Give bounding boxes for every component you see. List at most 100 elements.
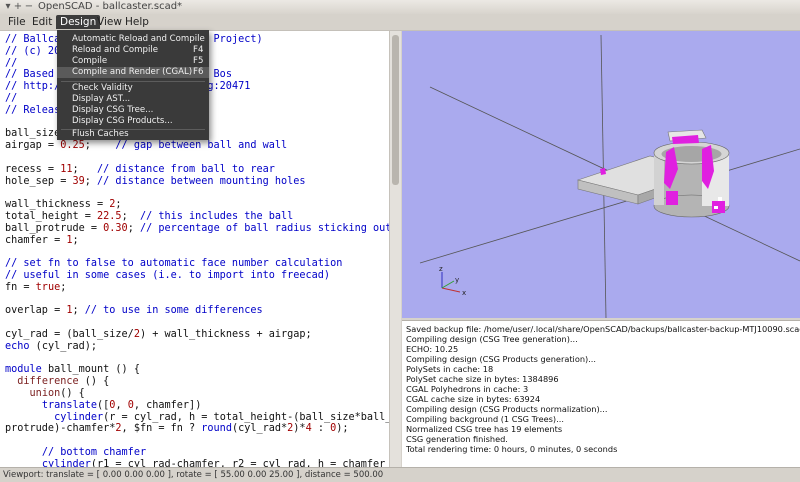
code-token: union	[29, 388, 61, 399]
code-line: //	[5, 58, 17, 70]
minimize-icon[interactable]: −	[23, 0, 35, 14]
menu-item-automatic-reload[interactable]: Automatic Reload and Compile	[57, 34, 209, 45]
code-line: echo (cyl_rad);	[5, 341, 97, 353]
code-line: recess = 11; // distance from ball to re…	[5, 164, 275, 176]
menu-item-compile-render[interactable]: Compile and Render (CGAL) F6	[57, 67, 209, 78]
3d-viewport[interactable]: z y x	[402, 31, 800, 319]
console-line: PolySets in cache: 18	[406, 364, 494, 374]
code-token: ;	[72, 234, 79, 246]
menu-item-flush-caches[interactable]: Flush Caches	[57, 129, 209, 140]
code-token: // (c) 20	[5, 45, 61, 57]
console-line: Normalized CSG tree has 19 elements	[406, 424, 563, 434]
code-token: airgap =	[5, 140, 61, 152]
code-line: ball_protrude = 0.30; // percentage of b…	[5, 222, 390, 235]
code-line: protrude)-chamfer*2, $fn = fn ? round(cy…	[5, 423, 349, 435]
console-line: PolySet cache size in bytes: 1384896	[406, 374, 559, 384]
menu-item-display-csg-tree[interactable]: Display CSG Tree...	[57, 105, 209, 116]
code-token: g:20471	[207, 81, 251, 93]
menu-item-display-csg-products[interactable]: Display CSG Products...	[57, 116, 209, 127]
code-token: );	[336, 423, 349, 435]
code-line: ball_size	[5, 128, 60, 140]
menu-item-compile[interactable]: Compile F5	[57, 56, 209, 67]
console-output[interactable]: Saved backup file: /home/user/.local/sha…	[402, 320, 800, 468]
code-token: // gap between ball and wall	[115, 140, 288, 152]
console-line: ECHO: 10.25	[406, 344, 459, 354]
code-token: // distance from ball to rear	[97, 163, 275, 175]
code-line: cylinder(r = cyl_rad, h = total_height-(…	[5, 412, 389, 424]
code-line: // useful in some cases (i.e. to import …	[5, 270, 330, 282]
code-line: union() {	[5, 388, 85, 400]
code-token: ball_mount () {	[41, 364, 140, 376]
code-token: ;	[121, 211, 140, 222]
menu-item-display-ast[interactable]: Display AST...	[57, 94, 209, 105]
code-token: ;	[84, 175, 98, 187]
code-line: wall_thickness = 2;	[5, 199, 122, 211]
code-line: fn = true;	[5, 282, 66, 294]
code-token: difference	[17, 376, 79, 388]
code-token: round	[201, 423, 232, 435]
menu-file[interactable]: File	[4, 15, 30, 29]
code-token: fn =	[5, 281, 36, 293]
code-token: ([	[97, 399, 110, 411]
code-token: translate	[41, 399, 98, 411]
editor-scrollbar-thumb[interactable]	[392, 35, 399, 185]
axis-label-x: x	[462, 289, 466, 297]
code-line: // Releas	[5, 105, 60, 117]
code-token: overlap =	[5, 305, 67, 317]
code-token: (cyl_rad*	[231, 423, 288, 435]
axes-indicator: z y x	[439, 265, 466, 297]
code-line: //	[5, 93, 17, 105]
code-line: airgap = 0.25; // gap between ball and w…	[5, 140, 287, 152]
axis-label-y: y	[455, 276, 459, 284]
console-line: Saved backup file: /home/user/.local/sha…	[406, 324, 800, 334]
code-token: :	[311, 423, 331, 435]
code-token: ,	[115, 399, 128, 411]
code-token: () {	[78, 376, 110, 388]
code-token: 0.30	[103, 222, 128, 234]
design-menu-dropdown: Automatic Reload and Compile Reload and …	[57, 30, 209, 140]
code-token: // Releas	[5, 104, 61, 116]
menu-help[interactable]: Help	[121, 15, 153, 29]
code-token: , chamfer])	[133, 399, 202, 411]
editor-scrollbar[interactable]	[389, 31, 401, 467]
code-token: // distance between mounting holes	[97, 175, 306, 187]
code-token: wall_thickness =	[5, 199, 110, 211]
console-line: Compiling background (1 CSG Trees)...	[406, 414, 564, 424]
menu-item-check-validity[interactable]: Check Validity	[57, 83, 209, 94]
title-bar: ▾ + − OpenSCAD - ballcaster.scad*	[0, 0, 800, 15]
code-token: ;	[127, 222, 140, 234]
console-line: CSG generation finished.	[406, 434, 508, 444]
code-token: // bottom chamfer	[41, 447, 147, 458]
console-line: Compiling design (CSG Products generatio…	[406, 354, 597, 364]
code-line: total_height = 22.5; // this includes th…	[5, 211, 293, 223]
code-token: ;	[115, 199, 122, 211]
code-token: echo	[5, 340, 30, 352]
menu-item-reload-compile[interactable]: Reload and Compile F4	[57, 45, 209, 56]
code-line: chamfer = 1;	[5, 235, 79, 247]
code-line: hole_sep = 39; // distance between mount…	[5, 176, 306, 188]
axis-label-z: z	[439, 265, 443, 273]
code-line: difference () {	[5, 376, 109, 388]
code-token: ;	[72, 163, 98, 175]
code-token: ball_size	[5, 128, 61, 140]
code-token: chamfer =	[5, 234, 67, 246]
console-line: CGAL cache size in bytes: 63924	[406, 394, 541, 404]
code-token: )*	[293, 423, 306, 435]
code-token: ;	[60, 281, 67, 293]
menu-edit[interactable]: Edit	[28, 15, 56, 29]
code-line: // (c) 20	[5, 46, 60, 58]
status-bar: Viewport: translate = [ 0.00 0.00 0.00 ]…	[0, 467, 800, 482]
code-token: // Ballca	[5, 34, 61, 45]
code-token: // this includes the ball	[139, 211, 294, 222]
code-token: protrude)-chamfer*	[5, 423, 116, 435]
code-token: // to use in some differences	[84, 305, 263, 317]
axis-line-diagonal	[419, 148, 800, 264]
code-line: // set fn to false to automatic face num…	[5, 258, 342, 270]
code-token: // percentage of ball radius sticking ou…	[139, 222, 390, 234]
code-token: total_height =	[5, 211, 98, 222]
code-token: ;	[72, 305, 85, 317]
code-token: , $fn = fn ?	[121, 423, 202, 435]
